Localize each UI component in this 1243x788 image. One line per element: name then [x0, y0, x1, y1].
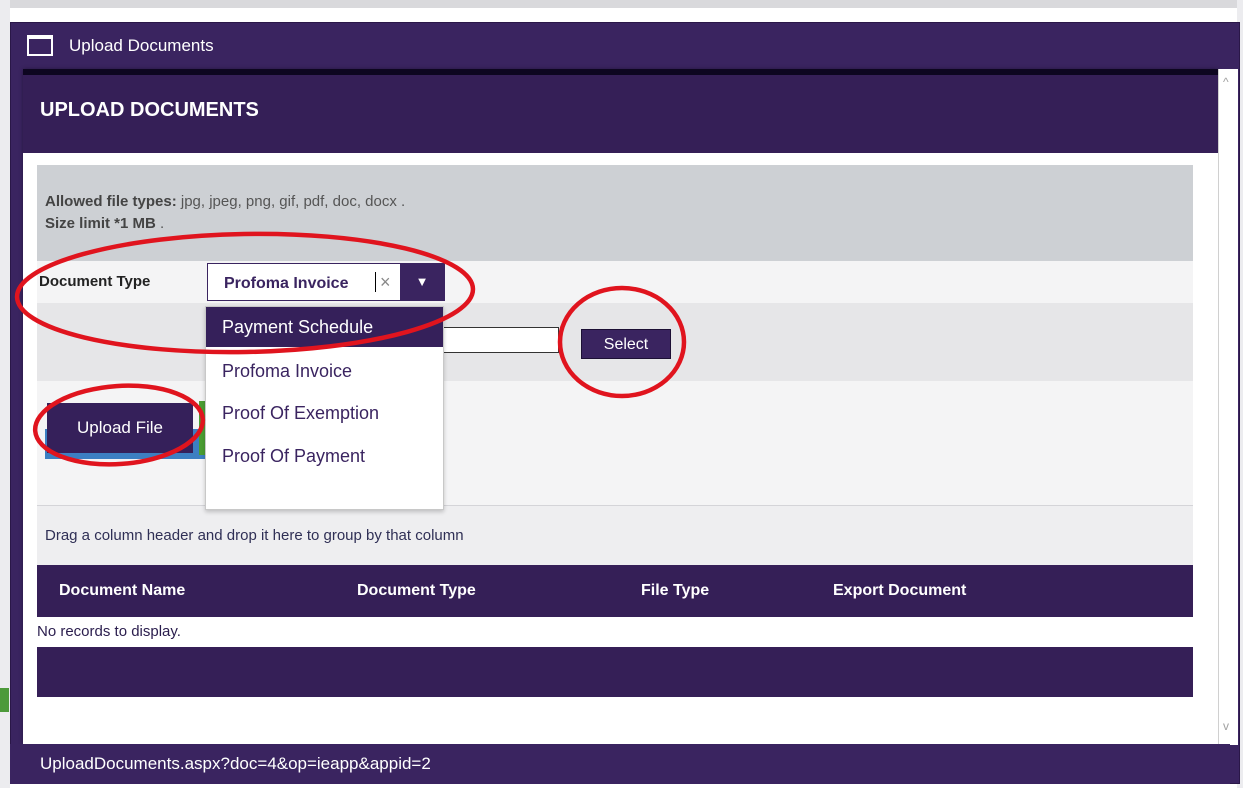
size-limit-value: . [155, 215, 165, 232]
background-edge-left [0, 0, 10, 788]
vertical-scrollbar[interactable]: ^ v [1218, 69, 1238, 745]
group-by-hint: Drag a column header and drop it here to… [45, 527, 464, 544]
document-type-value[interactable]: Profoma Invoice [224, 275, 374, 293]
window-title: Upload Documents [69, 36, 214, 55]
clear-x-icon[interactable]: × [380, 272, 391, 293]
background-edge-top [0, 0, 1243, 8]
allowed-types-value: jpg, jpeg, png, gif, pdf, doc, docx . [176, 193, 406, 210]
page-header: UPLOAD DOCUMENTS [23, 75, 1218, 153]
scroll-down-icon[interactable]: v [1223, 719, 1229, 733]
column-header-file-type[interactable]: File Type [641, 582, 709, 600]
text-caret [375, 272, 376, 292]
select-file-button[interactable]: Select [581, 329, 671, 359]
page-title: UPLOAD DOCUMENTS [40, 99, 259, 121]
group-by-drop-zone[interactable]: Drag a column header and drop it here to… [37, 505, 1193, 565]
documents-grid-body: No records to display. [37, 617, 1193, 647]
column-header-document-name[interactable]: Document Name [59, 582, 185, 600]
window-titlebar[interactable]: Upload Documents [11, 23, 1239, 67]
status-bar: UploadDocuments.aspx?doc=4&op=ieapp&appi… [10, 744, 1230, 784]
scroll-up-icon[interactable]: ^ [1223, 75, 1229, 89]
document-type-dropdown-list: Payment Schedule Profoma Invoice Proof O… [205, 306, 444, 510]
window-icon [27, 35, 53, 56]
column-header-export-document[interactable]: Export Document [833, 582, 966, 600]
documents-grid-footer [37, 647, 1193, 697]
document-type-label: Document Type [39, 273, 151, 290]
upload-file-button[interactable]: Upload File [47, 403, 193, 453]
size-limit-line: Size limit *1 MB . [45, 215, 164, 232]
size-limit-label: Size limit *1 MB [45, 215, 156, 232]
dropdown-option-proof-of-payment[interactable]: Proof Of Payment [206, 436, 443, 476]
upload-documents-window: Upload Documents UPLOAD DOCUMENTS Allowe… [10, 22, 1240, 784]
allowed-types-label: Allowed file types: [45, 193, 177, 210]
dropdown-option-payment-schedule[interactable]: Payment Schedule [206, 307, 443, 347]
dropdown-option-proof-of-exemption[interactable]: Proof Of Exemption [206, 393, 443, 433]
document-type-combobox[interactable]: Profoma Invoice × ▼ [207, 263, 445, 301]
status-url: UploadDocuments.aspx?doc=4&op=ieapp&appi… [40, 754, 431, 773]
empty-grid-message: No records to display. [37, 623, 181, 640]
dropdown-arrow-icon[interactable]: ▼ [400, 264, 444, 300]
background-green-fragment [0, 688, 9, 712]
modal-content: UPLOAD DOCUMENTS Allowed file types: jpg… [23, 69, 1218, 745]
allowed-types-line: Allowed file types: jpg, jpeg, png, gif,… [45, 193, 405, 210]
document-type-row: Document Type Profoma Invoice × ▼ [37, 261, 1193, 303]
dropdown-option-profoma-invoice[interactable]: Profoma Invoice [206, 351, 443, 391]
column-header-document-type[interactable]: Document Type [357, 582, 476, 600]
documents-grid-header: Document Name Document Type File Type Ex… [37, 565, 1193, 617]
file-rules-info: Allowed file types: jpg, jpeg, png, gif,… [37, 165, 1193, 261]
